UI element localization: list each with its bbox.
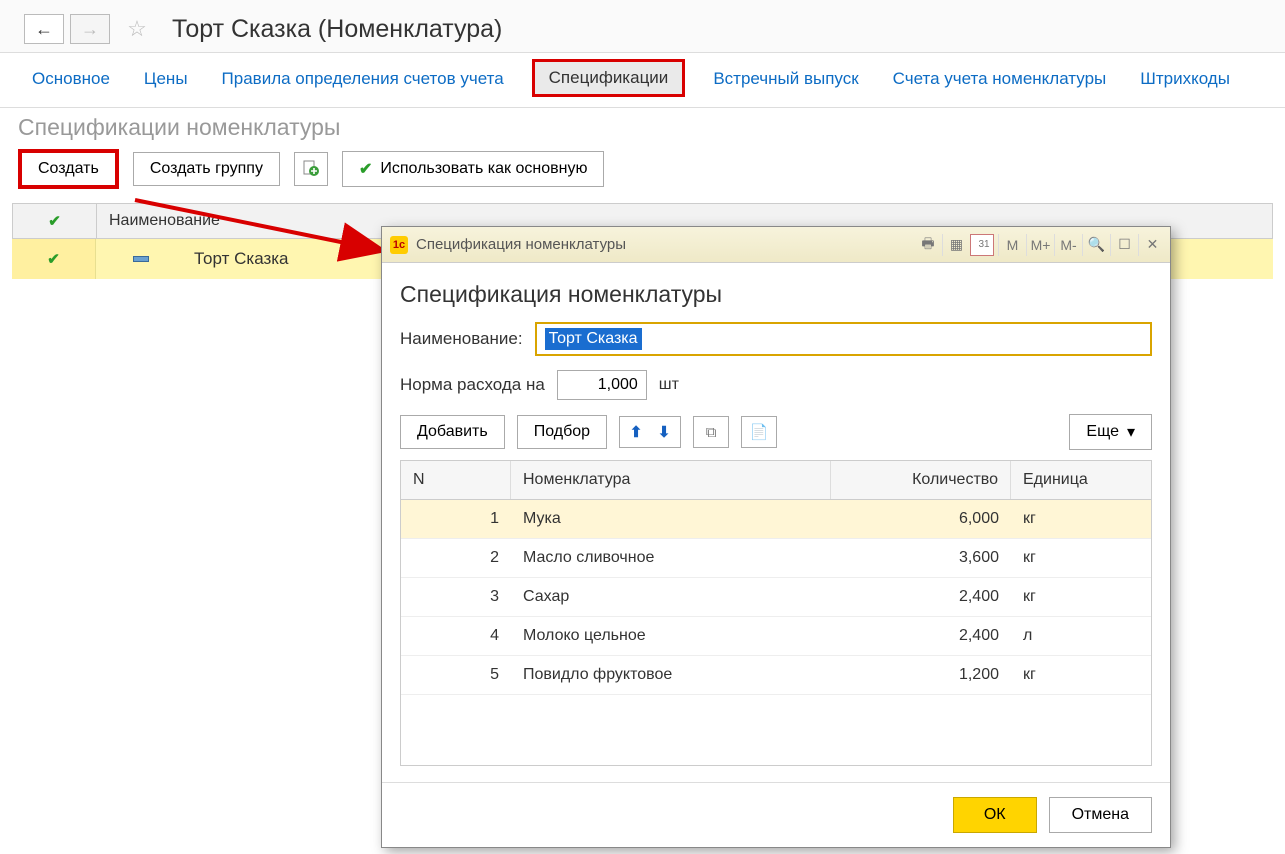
dialog-title: Спецификация номенклатуры <box>416 236 906 253</box>
table-empty-area <box>401 695 1151 765</box>
check-icon: ✔ <box>359 159 372 179</box>
col-quantity[interactable]: Количество <box>831 461 1011 499</box>
tab-specifications[interactable]: Спецификации <box>532 59 686 97</box>
dialog-heading: Спецификация номенклатуры <box>400 281 1152 308</box>
print-icon[interactable]: 🖶 <box>914 234 938 256</box>
copy-rows-button[interactable]: ⧉ <box>693 416 729 448</box>
cell-nomenclature: Молоко цельное <box>511 617 831 655</box>
move-up-button[interactable]: ⬆ <box>624 421 648 443</box>
cell-unit: кг <box>1011 539 1151 577</box>
section-title: Спецификации номенклатуры <box>0 108 1285 149</box>
cell-unit: кг <box>1011 500 1151 538</box>
cell-nomenclature: Масло сливочное <box>511 539 831 577</box>
use-as-main-label: Использовать как основную <box>380 160 587 178</box>
nav-forward-button[interactable]: → <box>70 14 110 44</box>
paste-rows-button[interactable]: 📄 <box>741 416 777 448</box>
cell-quantity: 6,000 <box>831 500 1011 538</box>
spec-dialog: 1c Спецификация номенклатуры 🖶 ▦ 31 M M+… <box>381 226 1171 848</box>
create-button[interactable]: Создать <box>18 149 119 189</box>
cell-unit: л <box>1011 617 1151 655</box>
add-row-button[interactable]: Добавить <box>400 415 505 449</box>
col-unit[interactable]: Единица <box>1011 461 1151 499</box>
mem-mplus-icon[interactable]: M+ <box>1026 234 1050 256</box>
calc-icon[interactable]: ▦ <box>942 234 966 256</box>
name-label: Наименование: <box>400 329 523 349</box>
tab-counter-release[interactable]: Встречный выпуск <box>707 65 864 97</box>
tab-account-rules[interactable]: Правила определения счетов учета <box>216 65 510 97</box>
create-group-button[interactable]: Создать группу <box>133 152 280 186</box>
cancel-button[interactable]: Отмена <box>1049 797 1152 833</box>
rate-unit: шт <box>659 376 679 394</box>
cell-quantity: 1,200 <box>831 656 1011 694</box>
name-input-value: Торт Сказка <box>545 328 642 350</box>
pick-button[interactable]: Подбор <box>517 415 607 449</box>
cell-n: 5 <box>401 656 511 694</box>
table-row[interactable]: 1 Мука 6,000 кг <box>401 500 1151 539</box>
ingredients-table: N Номенклатура Количество Единица 1 Мука… <box>400 460 1152 766</box>
close-icon[interactable]: ✕ <box>1138 234 1162 256</box>
tab-barcodes[interactable]: Штрихкоды <box>1134 65 1236 97</box>
row-check-icon: ✔ <box>47 250 60 268</box>
col-nomenclature[interactable]: Номенклатура <box>511 461 831 499</box>
col-n[interactable]: N <box>401 461 511 499</box>
cell-quantity: 3,600 <box>831 539 1011 577</box>
cell-nomenclature: Сахар <box>511 578 831 616</box>
mem-m-icon[interactable]: M <box>998 234 1022 256</box>
name-input[interactable]: Торт Сказка <box>535 322 1152 356</box>
cell-unit: кг <box>1011 578 1151 616</box>
table-row[interactable]: 5 Повидло фруктовое 1,200 кг <box>401 656 1151 695</box>
doc-plus-icon <box>302 159 320 180</box>
dialog-titlebar[interactable]: 1c Спецификация номенклатуры 🖶 ▦ 31 M M+… <box>382 227 1170 263</box>
mem-mminus-icon[interactable]: M- <box>1054 234 1078 256</box>
more-button[interactable]: Еще ▾ <box>1069 414 1152 450</box>
tab-prices[interactable]: Цены <box>138 65 194 97</box>
cell-unit: кг <box>1011 656 1151 694</box>
table-row[interactable]: 4 Молоко цельное 2,400 л <box>401 617 1151 656</box>
cell-nomenclature: Мука <box>511 500 831 538</box>
window-icon[interactable]: ☐ <box>1110 234 1134 256</box>
table-row[interactable]: 3 Сахар 2,400 кг <box>401 578 1151 617</box>
use-as-main-button[interactable]: ✔ Использовать как основную <box>342 151 604 187</box>
rate-input[interactable] <box>557 370 647 400</box>
zoom-icon[interactable]: 🔍 <box>1082 234 1106 256</box>
cell-n: 1 <box>401 500 511 538</box>
move-down-button[interactable]: ⬇ <box>652 421 676 443</box>
collapse-icon <box>133 256 149 262</box>
cell-n: 3 <box>401 578 511 616</box>
cell-n: 2 <box>401 539 511 577</box>
tab-main[interactable]: Основное <box>26 65 116 97</box>
tab-item-accounts[interactable]: Счета учета номенклатуры <box>887 65 1113 97</box>
tabs-row: Основное Цены Правила определения счетов… <box>0 53 1285 108</box>
cell-nomenclature: Повидло фруктовое <box>511 656 831 694</box>
rate-label: Норма расхода на <box>400 375 545 395</box>
more-label: Еще <box>1086 423 1119 441</box>
cell-n: 4 <box>401 617 511 655</box>
nav-back-button[interactable]: ← <box>24 14 64 44</box>
header-check-icon: ✔ <box>48 213 61 230</box>
calendar-icon[interactable]: 31 <box>970 234 994 256</box>
move-arrows: ⬆ ⬇ <box>619 416 681 448</box>
table-row[interactable]: 2 Масло сливочное 3,600 кг <box>401 539 1151 578</box>
ok-button[interactable]: ОК <box>953 797 1037 833</box>
favorite-star-icon[interactable]: ☆ <box>122 14 152 44</box>
chevron-down-icon: ▾ <box>1127 422 1135 442</box>
copy-item-button[interactable] <box>294 152 328 186</box>
app-1c-icon: 1c <box>390 236 408 254</box>
page-title: Торт Сказка (Номенклатура) <box>172 15 502 44</box>
cell-quantity: 2,400 <box>831 578 1011 616</box>
cell-quantity: 2,400 <box>831 617 1011 655</box>
